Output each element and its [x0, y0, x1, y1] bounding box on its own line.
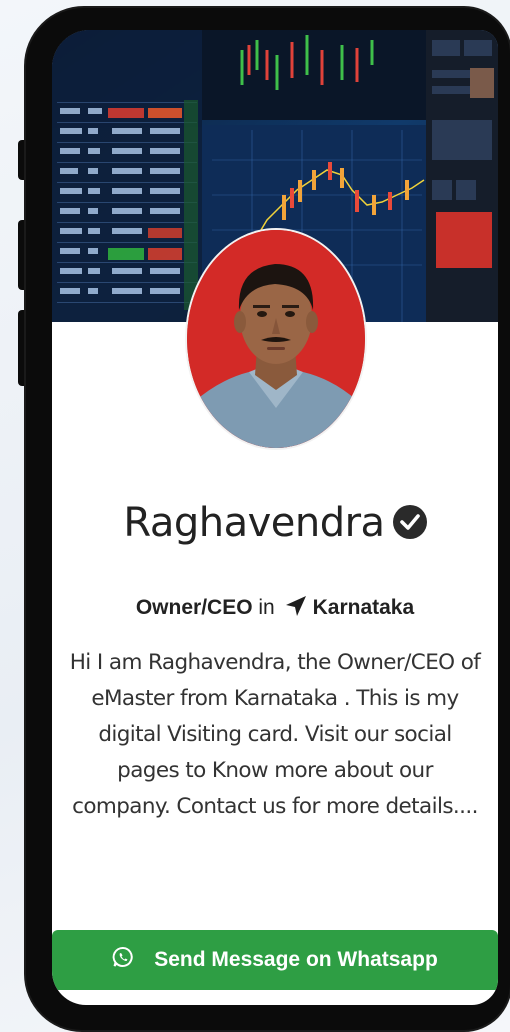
whatsapp-button-label: Send Message on Whatsapp — [154, 948, 438, 971]
profile-name-text: Raghavendra — [123, 500, 385, 546]
visiting-card-screen: Raghavendra Owner/CEO in Karnataka Hi I … — [52, 30, 498, 1005]
profile-role: Owner/CEO — [135, 596, 253, 619]
profile-photo — [187, 230, 365, 448]
location-arrow-icon — [285, 595, 307, 623]
profile-in-text: in — [258, 596, 275, 619]
whatsapp-icon — [112, 946, 134, 974]
check-circle-icon — [392, 505, 427, 539]
profile-location: Karnataka — [312, 596, 415, 619]
profile-bio: Hi I am Raghavendra, the Owner/CEO of eM… — [69, 650, 481, 819]
whatsapp-message-button[interactable]: Send Message on Whatsapp — [52, 930, 498, 990]
profile-name: Raghavendra — [52, 500, 498, 546]
profile-role-line: Owner/CEO in Karnataka — [52, 595, 498, 623]
